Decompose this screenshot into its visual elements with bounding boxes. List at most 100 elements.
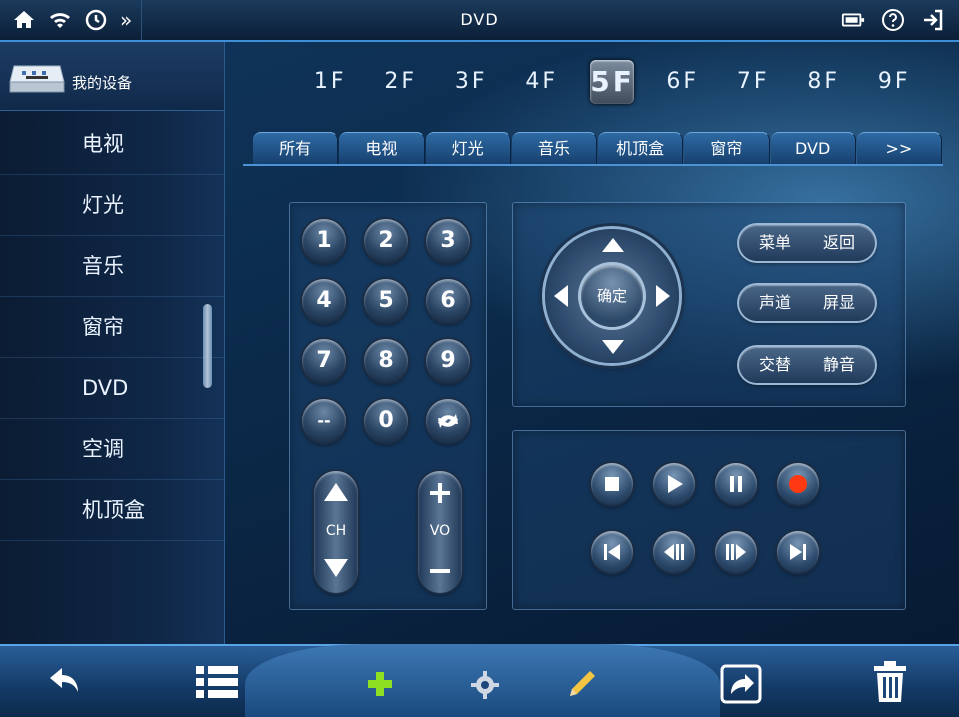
channel-up-icon[interactable] xyxy=(314,481,358,507)
rewind-icon xyxy=(664,544,684,560)
record-icon xyxy=(789,475,807,493)
sidebar-item-lighting[interactable]: 灯光 xyxy=(0,175,224,236)
category-tabs: 所有 电视 灯光 音乐 机顶盒 窗帘 DVD >> xyxy=(253,132,943,164)
sidebar-item-tv[interactable]: 电视 xyxy=(0,114,224,175)
pause-button[interactable] xyxy=(715,463,757,505)
key-8[interactable]: 8 xyxy=(364,339,408,383)
channel-control: CH xyxy=(314,471,358,593)
swap-arrows-icon xyxy=(438,414,458,428)
floor-label: 2F xyxy=(384,69,418,94)
battery-icon xyxy=(841,13,865,27)
floor-3f[interactable]: 3F xyxy=(436,60,507,104)
skip-previous-icon xyxy=(604,544,620,560)
tab-dvd[interactable]: DVD xyxy=(770,132,856,164)
fast-forward-button[interactable] xyxy=(715,531,757,573)
key-2[interactable]: 2 xyxy=(364,219,408,263)
arrow-up-icon[interactable] xyxy=(601,237,625,253)
direction-pad: 确定 xyxy=(545,229,679,363)
help-icon[interactable] xyxy=(881,8,905,32)
floor-6f[interactable]: 6F xyxy=(648,60,719,104)
numpad-panel: 1 2 3 4 5 6 7 8 9 -- 0 CH VO xyxy=(289,202,487,610)
play-icon xyxy=(668,475,683,493)
arrow-left-icon[interactable] xyxy=(553,284,569,308)
skip-next-icon xyxy=(790,544,806,560)
key-6[interactable]: 6 xyxy=(426,279,470,323)
swap-icon[interactable] xyxy=(426,399,470,443)
key-4[interactable]: 4 xyxy=(302,279,346,323)
sidebar-item-settop-box[interactable]: 机顶盒 xyxy=(0,480,224,541)
floor-selector: 1F 2F 3F 4F 5F 6F 7F 8F 9F xyxy=(295,60,930,104)
key-7[interactable]: 7 xyxy=(302,339,346,383)
tab-tv[interactable]: 电视 xyxy=(339,132,425,164)
my-devices-label: 我的设备 xyxy=(72,74,133,92)
key-dash[interactable]: -- xyxy=(302,399,346,443)
stop-button[interactable] xyxy=(591,463,633,505)
edit-icon[interactable] xyxy=(566,668,598,700)
arrow-down-icon[interactable] xyxy=(601,339,625,355)
key-5[interactable]: 5 xyxy=(364,279,408,323)
sidebar-scrollbar[interactable] xyxy=(203,304,212,388)
floor-7f[interactable]: 7F xyxy=(718,60,789,104)
share-icon[interactable] xyxy=(719,664,763,704)
top-bar: » DVD xyxy=(0,0,959,42)
exit-icon[interactable] xyxy=(921,8,945,32)
play-button[interactable] xyxy=(653,463,695,505)
arrow-right-icon[interactable] xyxy=(655,284,671,308)
volume-down-icon[interactable] xyxy=(418,557,462,583)
floor-label: 1F xyxy=(313,69,347,94)
tab-all[interactable]: 所有 xyxy=(253,132,339,164)
tab-curtain[interactable]: 窗帘 xyxy=(684,132,770,164)
tab-settop-box[interactable]: 机顶盒 xyxy=(598,132,684,164)
navigation-panel: 确定 菜单 返回 声道 屏显 交替 静音 xyxy=(512,202,906,407)
channel-label: CH xyxy=(325,523,347,539)
mute-button[interactable]: 静音 xyxy=(823,347,855,383)
settings-icon[interactable] xyxy=(470,670,500,700)
floor-2f[interactable]: 2F xyxy=(366,60,437,104)
volume-control: VO xyxy=(418,471,462,593)
sidebar-item-curtain[interactable]: 窗帘 xyxy=(0,297,224,358)
back-icon[interactable] xyxy=(46,662,86,702)
tab-music[interactable]: 音乐 xyxy=(511,132,597,164)
floor-8f[interactable]: 8F xyxy=(789,60,860,104)
tab-underline xyxy=(243,164,943,166)
sidebar-item-dvd[interactable]: DVD xyxy=(0,358,224,419)
floor-label: 4F xyxy=(525,69,559,94)
device-list: 电视 灯光 音乐 窗帘 DVD 空调 机顶盒 xyxy=(0,114,224,541)
skip-previous-button[interactable] xyxy=(591,531,633,573)
display-button[interactable]: 屏显 xyxy=(823,285,855,321)
device-icon xyxy=(9,65,65,93)
menu-button[interactable]: 菜单 xyxy=(759,225,791,261)
audio-channel-button[interactable]: 声道 xyxy=(759,285,791,321)
channel-down-icon[interactable] xyxy=(314,557,358,583)
key-1[interactable]: 1 xyxy=(302,219,346,263)
floor-9f[interactable]: 9F xyxy=(859,60,930,104)
top-right-icons xyxy=(841,8,945,32)
back-button[interactable]: 返回 xyxy=(823,225,855,261)
pause-icon xyxy=(730,476,742,492)
ok-button[interactable]: 确定 xyxy=(581,265,643,327)
list-icon[interactable] xyxy=(194,662,240,702)
floor-4f[interactable]: 4F xyxy=(507,60,578,104)
tab-lighting[interactable]: 灯光 xyxy=(425,132,511,164)
alternate-button[interactable]: 交替 xyxy=(759,347,791,383)
key-3[interactable]: 3 xyxy=(426,219,470,263)
my-devices-header[interactable]: 我的设备 xyxy=(0,42,224,111)
key-0[interactable]: 0 xyxy=(364,399,408,443)
key-9[interactable]: 9 xyxy=(426,339,470,383)
rewind-button[interactable] xyxy=(653,531,695,573)
floor-label-active: 5F xyxy=(590,60,635,104)
trash-icon[interactable] xyxy=(872,660,908,704)
fast-forward-icon xyxy=(726,544,746,560)
record-button[interactable] xyxy=(777,463,819,505)
audio-display-button: 声道 屏显 xyxy=(739,285,875,321)
tab-more[interactable]: >> xyxy=(856,132,942,164)
add-icon[interactable] xyxy=(366,670,394,698)
sidebar-item-ac[interactable]: 空调 xyxy=(0,419,224,480)
floor-1f[interactable]: 1F xyxy=(295,60,366,104)
floor-5f[interactable]: 5F xyxy=(577,60,648,104)
skip-next-button[interactable] xyxy=(777,531,819,573)
floor-label: 3F xyxy=(454,69,488,94)
sidebar-item-music[interactable]: 音乐 xyxy=(0,236,224,297)
page-title: DVD xyxy=(460,10,499,29)
volume-up-icon[interactable] xyxy=(418,481,462,509)
